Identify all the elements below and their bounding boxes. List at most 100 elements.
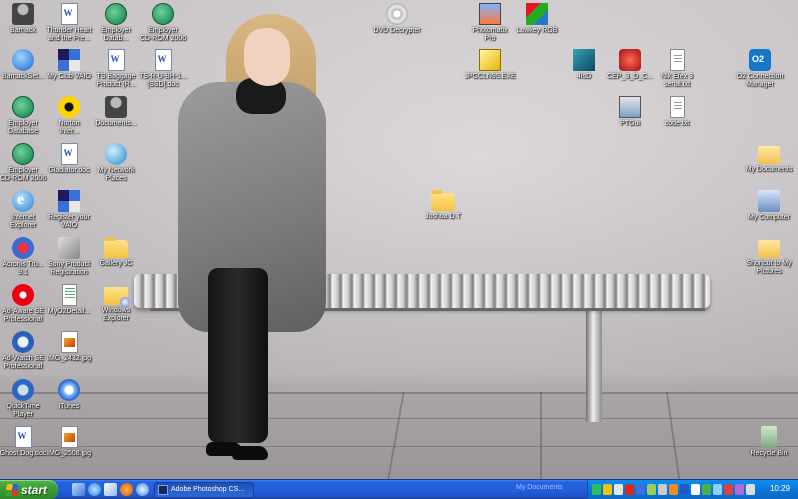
desktop-icon-documents[interactable]: Documents... (78, 96, 154, 128)
desktop-icon-o2-connection-manager[interactable]: O2 Connection Manager (722, 49, 798, 89)
desktop-icon-my-network-places[interactable]: My Network Places (78, 143, 154, 183)
folder-icon (104, 237, 128, 258)
word-document-icon (60, 3, 78, 25)
icon-label: Joshua D.T (425, 213, 461, 220)
tray-vaio-icon[interactable] (658, 484, 667, 495)
firefox-icon[interactable] (120, 483, 133, 496)
icon-label: Windows Explorer (101, 307, 131, 322)
my-documents-toolbar-label: My Documents (516, 484, 563, 491)
icon-label: iTunes (58, 403, 80, 410)
icon-label: My Documents (745, 166, 793, 173)
vaio-icon (58, 49, 80, 71)
system-tray: 10:29 (587, 480, 798, 499)
icon-label: IMG_2432.jpg (47, 355, 91, 362)
show-desktop-icon[interactable] (72, 483, 85, 496)
icon-label: Documents... (95, 120, 137, 127)
tray-bluetooth-icon[interactable] (680, 484, 689, 495)
taskbar: start Adobe Photoshop CS... My Documents (0, 479, 798, 499)
documents-shortcut-icon (105, 96, 127, 118)
icon-label: Gallery JC (99, 260, 133, 267)
desktop-icon-my-computer[interactable]: My Computer (731, 190, 798, 222)
tray-wireless-icon[interactable] (691, 484, 700, 495)
icon-label: DVD Decrypter (373, 27, 421, 34)
desktop-icon-windows-explorer[interactable]: Windows Explorer (78, 284, 154, 323)
desktop-icon-joshua-dt[interactable]: Joshua D.T (405, 190, 481, 221)
windows-explorer-icon (104, 287, 130, 307)
recycle-bin-icon (761, 426, 777, 448)
icon-label: My Computer (747, 214, 790, 221)
vaio-icon (58, 190, 80, 212)
internet-explorer-icon[interactable] (88, 483, 101, 496)
image-file-icon (60, 426, 78, 448)
word-document-icon (154, 49, 172, 71)
my-documents-icon (758, 146, 780, 164)
quick-launch (72, 483, 149, 497)
icon-label: Recycle Bin (750, 450, 788, 457)
document-icon (61, 284, 77, 306)
desktop-icon-jpgcln95[interactable]: JPGCLN95.EXE (452, 49, 528, 81)
desktop-icon-itunes[interactable]: iTunes (31, 379, 107, 411)
photoshop-icon (158, 485, 168, 495)
tray-sync-icon[interactable] (713, 484, 722, 495)
desktop-icon-dvd-decrypter[interactable]: DVD Decrypter (359, 3, 435, 35)
floor-tile-line (540, 392, 542, 479)
tray-update-icon[interactable] (669, 484, 678, 495)
tray-alert-icon[interactable] (724, 484, 733, 495)
tray-icons (592, 484, 755, 495)
my-pictures-icon (758, 240, 780, 258)
windows-logo-icon (5, 484, 19, 496)
clock[interactable]: 10:29 (770, 484, 790, 493)
executable-icon (479, 49, 501, 71)
desktop-icon-gallery-jc[interactable]: Gallery JC (78, 237, 154, 268)
text-file-icon (669, 49, 685, 71)
tray-app-icon[interactable] (735, 484, 744, 495)
start-button[interactable]: start (0, 480, 58, 499)
tray-volume-icon[interactable] (614, 484, 623, 495)
folder-icon (431, 190, 455, 211)
o2-icon (749, 49, 771, 71)
image-file-icon (60, 331, 78, 353)
desktop-icon-recycle-bin[interactable]: Recycle Bin (731, 426, 798, 458)
internet-explorer-icon[interactable] (136, 483, 149, 496)
desktop-icon-my-pictures-shortcut[interactable]: Shortcut to My Pictures (731, 237, 798, 276)
desktop-icon-code-txt[interactable]: code.txt (639, 96, 715, 128)
my-documents-toolbar[interactable]: My Documents (516, 484, 586, 496)
desktop-icon-lowkey-rgb[interactable]: Lowkey RGB (499, 3, 575, 35)
network-places-icon (105, 143, 127, 165)
email-icon[interactable] (104, 483, 117, 496)
icon-label: My Network Places (97, 167, 135, 182)
tray-display-icon[interactable] (636, 484, 645, 495)
desktop-icon-img-2508[interactable]: IMG_2508.jpg (31, 426, 107, 458)
icon-label: Nik Efex 3 serial.txt (661, 73, 693, 88)
tray-network-icon[interactable] (592, 484, 601, 495)
tray-antivirus-icon[interactable] (625, 484, 634, 495)
taskbar-button-photoshop[interactable]: Adobe Photoshop CS... (154, 482, 254, 498)
icon-label: JPGCLN95.EXE (464, 73, 516, 80)
icon-label: O2 Connection Manager (736, 73, 784, 88)
desktop-icon-register-vaio[interactable]: Register your VAIO (31, 190, 107, 230)
floor-tile-line (0, 392, 798, 394)
floor-tile-line (0, 446, 798, 447)
icon-label: Register your VAIO (48, 214, 90, 229)
desktop-icon-employer-cdrom[interactable]: Employer CD-ROM 2006 (125, 3, 201, 43)
sony-registration-icon (58, 237, 80, 259)
tray-battery-icon[interactable] (647, 484, 656, 495)
photomatix-icon (479, 3, 501, 25)
icon-label: code.txt (664, 120, 690, 127)
tray-app-icon[interactable] (746, 484, 755, 495)
icon-label: IMG_2508.jpg (47, 450, 91, 457)
desktop-icon-my-documents[interactable]: My Documents (731, 143, 798, 174)
desktop-icon-img-2432[interactable]: IMG_2432.jpg (31, 331, 107, 363)
woman-shoe (232, 446, 268, 460)
desktop-icon-nik-efex-serial[interactable]: Nik Efex 3 serial.txt (639, 49, 715, 89)
word-document-icon (107, 49, 125, 71)
tray-security-icon[interactable] (603, 484, 612, 495)
lowkey-rgb-icon (526, 3, 548, 25)
desktop-icon-ts-r-u-bh[interactable]: TS-R-U-BH-1... [SSD].doc (125, 49, 201, 89)
cep-icon (619, 49, 641, 71)
text-file-icon (669, 96, 685, 118)
icon-label: Shortcut to My Pictures (746, 260, 792, 275)
tray-messenger-icon[interactable] (702, 484, 711, 495)
icon-label: TS-R-U-BH-1... [SSD].doc (139, 73, 187, 88)
word-document-icon (14, 426, 32, 448)
